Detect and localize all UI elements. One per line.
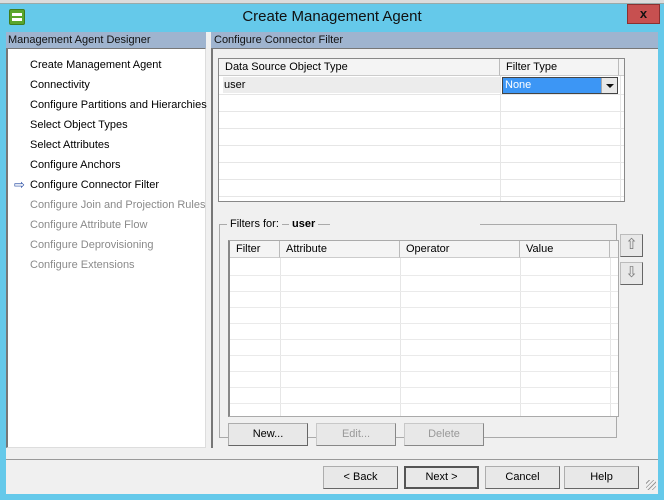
row-divider bbox=[230, 371, 618, 372]
window-title: Create Management Agent bbox=[242, 8, 422, 25]
nav-item-configure-deprovisioning: Configure Deprovisioning bbox=[30, 239, 154, 251]
row-divider bbox=[230, 403, 618, 404]
groupbox-label-gap bbox=[330, 223, 480, 227]
close-button[interactable]: x bbox=[627, 4, 660, 24]
arrow-down-icon: ⇩ bbox=[625, 264, 638, 281]
edit-filter-button: Edit... bbox=[316, 423, 396, 446]
row-divider bbox=[230, 339, 618, 340]
nav-item-connectivity[interactable]: Connectivity bbox=[30, 76, 90, 94]
row-divider bbox=[219, 179, 624, 180]
nav-item-select-attributes[interactable]: Select Attributes bbox=[30, 136, 110, 154]
row-divider bbox=[219, 94, 624, 95]
nav-item-configure-extensions: Configure Extensions bbox=[30, 259, 135, 271]
filters-for-label: Filters for: bbox=[227, 218, 282, 230]
column-header-filter[interactable]: Filter bbox=[230, 241, 280, 258]
object-type-grid[interactable]: Data Source Object Type Filter Type user… bbox=[218, 58, 625, 202]
column-divider bbox=[610, 258, 611, 416]
row-divider bbox=[219, 162, 624, 163]
chevron-down-icon[interactable] bbox=[601, 78, 617, 93]
row-divider bbox=[219, 111, 624, 112]
nav-item-select-object-types[interactable]: Select Object Types bbox=[30, 116, 128, 134]
page-title: Configure Connector Filter bbox=[211, 32, 658, 48]
column-header-blank bbox=[610, 241, 618, 258]
resize-grip-icon[interactable] bbox=[646, 480, 656, 490]
title-bar: Create Management Agent x bbox=[0, 4, 664, 32]
delete-filter-button: Delete bbox=[404, 423, 484, 446]
dialog-body: Management Agent Designer ⇨ Create Manag… bbox=[6, 32, 658, 494]
footer-separator bbox=[6, 459, 658, 460]
help-button[interactable]: Help bbox=[564, 466, 639, 489]
filter-type-select[interactable]: None bbox=[502, 77, 618, 94]
designer-nav: ⇨ Create Management Agent Connectivity C… bbox=[6, 48, 207, 448]
table-row-object-type[interactable]: user bbox=[223, 77, 500, 93]
nav-item-configure-anchors[interactable]: Configure Anchors bbox=[30, 156, 121, 174]
nav-item-configure-join-projection: Configure Join and Projection Rules bbox=[30, 199, 206, 211]
row-divider bbox=[219, 128, 624, 129]
filters-for-object: user bbox=[289, 218, 319, 230]
arrow-right-icon: ⇨ bbox=[14, 177, 25, 192]
filter-conditions-grid[interactable]: Filter Attribute Operator Value bbox=[228, 240, 619, 417]
row-divider bbox=[230, 275, 618, 276]
nav-item-configure-partitions[interactable]: Configure Partitions and Hierarchies bbox=[30, 96, 207, 114]
column-header-value[interactable]: Value bbox=[520, 241, 610, 258]
connector-filter-panel: Data Source Object Type Filter Type user… bbox=[211, 48, 658, 448]
row-divider bbox=[230, 387, 618, 388]
column-divider bbox=[280, 258, 281, 416]
back-button[interactable]: < Back bbox=[323, 466, 398, 489]
column-divider bbox=[400, 258, 401, 416]
move-down-button[interactable]: ⇩ bbox=[620, 262, 643, 285]
row-divider bbox=[230, 307, 618, 308]
nav-item-configure-connector-filter[interactable]: Configure Connector Filter bbox=[30, 176, 159, 194]
row-divider bbox=[219, 145, 624, 146]
column-header-object-type[interactable]: Data Source Object Type bbox=[219, 59, 500, 76]
column-divider bbox=[520, 258, 521, 416]
row-divider bbox=[219, 196, 624, 197]
new-filter-button[interactable]: New... bbox=[228, 423, 308, 446]
column-header-attribute[interactable]: Attribute bbox=[280, 241, 400, 258]
move-up-button[interactable]: ⇧ bbox=[620, 234, 643, 257]
nav-item-create-management-agent[interactable]: Create Management Agent bbox=[30, 56, 161, 74]
row-divider bbox=[230, 355, 618, 356]
designer-header: Management Agent Designer bbox=[6, 32, 206, 48]
row-divider bbox=[230, 291, 618, 292]
row-divider bbox=[230, 323, 618, 324]
column-header-operator[interactable]: Operator bbox=[400, 241, 520, 258]
column-header-blank bbox=[619, 59, 624, 76]
arrow-up-icon: ⇧ bbox=[625, 236, 638, 253]
cancel-button[interactable]: Cancel bbox=[485, 466, 560, 489]
filter-type-value: None bbox=[505, 79, 532, 91]
filters-groupbox: Filters for: user Filter Attribute Opera… bbox=[219, 218, 619, 446]
next-button[interactable]: Next > bbox=[404, 466, 479, 489]
nav-item-configure-attribute-flow: Configure Attribute Flow bbox=[30, 219, 148, 231]
column-header-filter-type[interactable]: Filter Type bbox=[500, 59, 619, 76]
